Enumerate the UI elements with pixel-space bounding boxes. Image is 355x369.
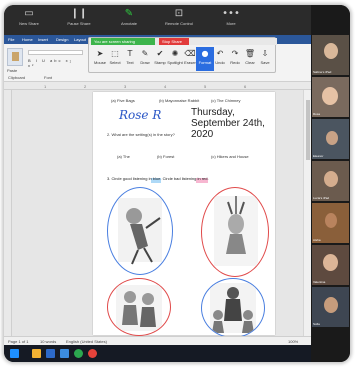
- participant-face: [324, 43, 338, 59]
- paste-button[interactable]: [7, 48, 23, 66]
- clipboard-icon: [12, 52, 19, 61]
- participant-face: [326, 131, 338, 145]
- vertical-ruler: [4, 90, 12, 336]
- handwritten-name: Rose R: [119, 108, 162, 122]
- word-window: File Home Insert Design Layout Paste Cli…: [4, 35, 311, 345]
- page-count: Page 1 of 1: [8, 339, 29, 344]
- start-icon[interactable]: [10, 349, 19, 358]
- participant-tile[interactable]: Valentina: [312, 245, 349, 285]
- participant-tile[interactable]: Eleanor: [312, 119, 349, 159]
- zoom-window: ▭ New Share ❙❙ Pause Share ✎ Annotate ⊡ Remo…: [4, 5, 350, 362]
- pause-share-button[interactable]: ❙❙ Pause Share: [62, 7, 96, 33]
- taskbar: [4, 345, 311, 362]
- participant-tile[interactable]: Rosa: [312, 77, 349, 117]
- hanging-rabbit-drawing: [214, 196, 258, 266]
- group-drawing: [210, 283, 256, 333]
- picture-top-left-circle: [107, 187, 173, 275]
- save-tool[interactable]: ⇩ Save: [256, 47, 274, 71]
- more-icon: •••: [222, 8, 240, 19]
- option-2c: (c) Hikers and House: [211, 154, 249, 159]
- chrome-icon[interactable]: [88, 349, 97, 358]
- picture-bottom-left-circle: [107, 278, 171, 336]
- word-count: 10 words: [40, 339, 57, 344]
- pause-icon: ❙❙: [70, 8, 88, 19]
- participants-panel: Sabine's iPad Rosa Eleanor Lucia's iPad …: [311, 5, 350, 362]
- participant-face: [324, 171, 338, 187]
- status-bar: Page 1 of 1 10 words English (United Sta…: [4, 336, 311, 345]
- option-1c: (c) The Chimney: [211, 98, 241, 103]
- participant-tile[interactable]: Sofia: [312, 287, 349, 327]
- annotation-header: You are screen sharing Stop Share: [89, 38, 277, 45]
- participant-tile[interactable]: Lucia's iPad: [312, 161, 349, 201]
- tab-file[interactable]: File: [8, 37, 14, 42]
- option-1b: (b) Mayonnaise Rabbit: [159, 98, 200, 103]
- annotation-toolbar: You are screen sharing Stop Share ➤ Mouse…: [88, 37, 277, 73]
- participant-tile[interactable]: Aisha: [312, 203, 349, 243]
- group-font-label: Font: [44, 75, 53, 80]
- group-clipboard-label: Clipboard: [8, 75, 26, 80]
- picture-top-right-circle: [201, 187, 269, 277]
- picture-bottom-right-circle: [201, 278, 265, 338]
- tab-insert[interactable]: Insert: [38, 37, 48, 42]
- document-date: Thursday, September 24th, 2020: [191, 107, 265, 140]
- zoom-level[interactable]: 100%: [288, 339, 298, 344]
- horizontal-ruler: 123456: [4, 82, 311, 90]
- tab-layout[interactable]: Layout: [74, 37, 86, 42]
- tab-home[interactable]: Home: [22, 37, 33, 42]
- girl-drawing: [118, 198, 162, 265]
- word-taskbar-icon[interactable]: [46, 349, 55, 358]
- stop-share-button[interactable]: Stop Share: [159, 38, 189, 45]
- zoom-share-toolbar: ▭ New Share ❙❙ Pause Share ✎ Annotate ⊡ Remo…: [4, 5, 350, 35]
- language-indicator[interactable]: English (United States): [66, 339, 107, 344]
- participant-face: [324, 297, 338, 313]
- participant-tile[interactable]: Sabine's iPad: [312, 35, 349, 75]
- file-explorer-icon[interactable]: [32, 349, 41, 358]
- browser-icon[interactable]: [74, 349, 83, 358]
- option-1a: (a) Five Bags: [111, 98, 135, 103]
- paste-label: Paste: [7, 68, 18, 73]
- participant-face: [323, 254, 338, 271]
- more-button[interactable]: ••• More: [214, 7, 248, 33]
- annotate-button[interactable]: ✎ Annotate: [112, 7, 146, 33]
- new-share-button[interactable]: ▭ New Share: [12, 7, 46, 33]
- remote-control-button[interactable]: ⊡ Remote Control: [162, 7, 196, 33]
- remote-control-icon: ⊡: [174, 8, 184, 19]
- question-2: 2. What are the setting(s) in the story?: [107, 132, 175, 137]
- font-name-dropdown[interactable]: [28, 50, 83, 55]
- children-drawing: [116, 285, 162, 331]
- option-2b: (b) Forest: [157, 154, 175, 159]
- save-icon: ⇩: [261, 49, 269, 58]
- participant-face: [322, 87, 338, 105]
- vertical-scrollbar[interactable]: [303, 90, 311, 336]
- zoom-taskbar-icon[interactable]: [60, 349, 69, 358]
- share-screen-icon: ▭: [24, 8, 34, 19]
- participant-face: [325, 213, 337, 228]
- document-page[interactable]: (a) Five Bags (b) Mayonnaise Rabbit (c) …: [93, 92, 275, 338]
- pencil-icon: ✎: [124, 8, 134, 19]
- scrollbar-thumb[interactable]: [306, 100, 310, 160]
- tab-design[interactable]: Design: [56, 37, 68, 42]
- font-format-buttons[interactable]: B I U abc x₂ x²: [28, 58, 83, 68]
- option-2a: (a) The: [117, 154, 130, 159]
- screen-sharing-indicator: You are screen sharing: [91, 38, 155, 45]
- question-3: 3. Circle good listening in blue. Circle…: [107, 176, 209, 181]
